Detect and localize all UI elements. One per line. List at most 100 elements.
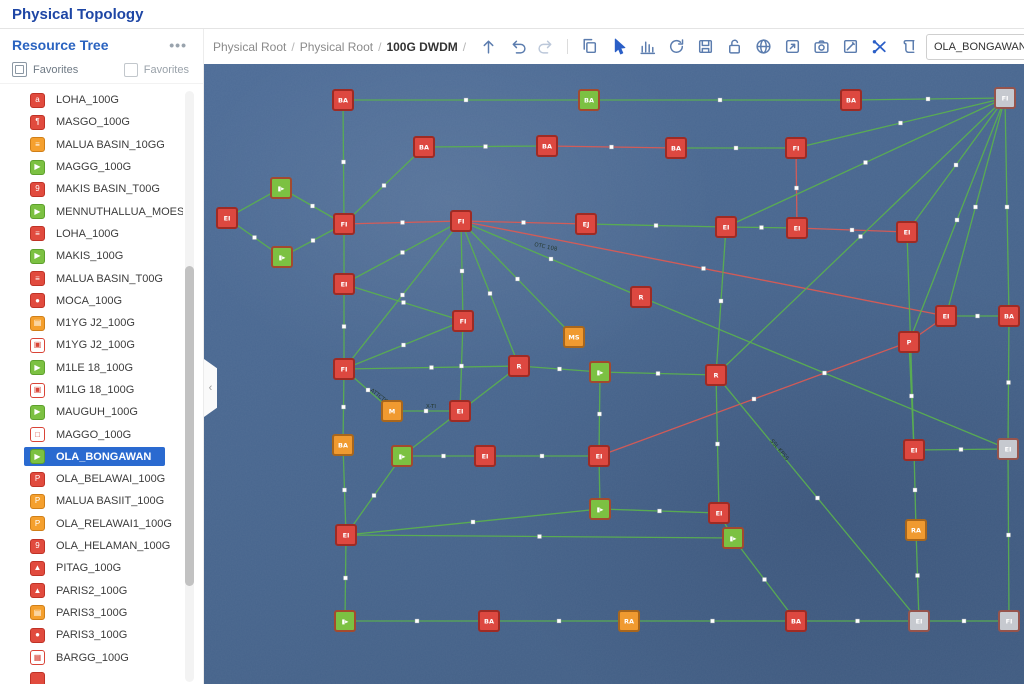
redo-icon[interactable]: [536, 37, 556, 57]
link-handle[interactable]: [653, 223, 659, 228]
topology-node[interactable]: BA: [536, 135, 558, 157]
link-handle[interactable]: [822, 370, 827, 376]
link-handle[interactable]: [759, 225, 764, 230]
topology-node[interactable]: BA: [478, 610, 500, 632]
arrow-up-icon[interactable]: [478, 37, 498, 57]
export-icon[interactable]: [782, 37, 802, 57]
pointer-icon[interactable]: [608, 37, 628, 57]
topology-node[interactable]: EJ: [575, 213, 597, 235]
tree-item[interactable]: ≡ MALUA BASIN_T00G: [0, 267, 183, 289]
link-handle[interactable]: [400, 292, 405, 298]
link-handle[interactable]: [557, 366, 562, 372]
link-handle[interactable]: [953, 162, 959, 168]
link-handle[interactable]: [459, 268, 465, 274]
tree-item[interactable]: ▤ M1YG J2_100G: [0, 312, 183, 334]
tree-item[interactable]: ▶ MAKIS_100G: [0, 245, 183, 267]
tree-item[interactable]: ● MOCA_100G: [0, 290, 183, 312]
breadcrumb-item[interactable]: Physical Root: [300, 40, 373, 54]
link-handle[interactable]: [1006, 532, 1011, 538]
topology-node[interactable]: ▮▸: [391, 445, 413, 467]
tree-item[interactable]: ● PARIS3_100G: [0, 624, 183, 646]
topology-node[interactable]: ▮▸: [271, 246, 293, 268]
topology-canvas[interactable]: OTC 108ATTCTC-BT X-TISSL KPSSBA BABA BA▮▸EI…: [204, 64, 1024, 684]
link-handle[interactable]: [539, 453, 545, 459]
tree-item[interactable]: ▤ PARIS3_100G: [0, 602, 183, 624]
link-handle[interactable]: [487, 291, 493, 296]
topology-node[interactable]: BA: [840, 89, 862, 111]
link-handle[interactable]: [400, 220, 405, 225]
link-handle[interactable]: [958, 447, 964, 452]
topology-node[interactable]: EI: [997, 438, 1019, 460]
link-handle[interactable]: [381, 183, 387, 188]
tree-item[interactable]: ▲ PARIS2_100G: [0, 580, 183, 602]
filter-icon[interactable]: [898, 37, 918, 57]
tree-item[interactable]: ▦ BARGG_100G: [0, 646, 183, 668]
tree-item[interactable]: [0, 669, 183, 684]
topology-node[interactable]: ▮▸: [589, 361, 611, 383]
topology-node[interactable]: EI: [216, 207, 238, 229]
link-handle[interactable]: [310, 238, 316, 243]
link-handle[interactable]: [733, 145, 739, 151]
tree-item[interactable]: ▶ MAUGUH_100G: [0, 401, 183, 423]
topology-node[interactable]: M: [381, 400, 403, 422]
camera-icon[interactable]: [811, 37, 831, 57]
link-handle[interactable]: [429, 365, 434, 370]
topology-node[interactable]: RA: [905, 519, 927, 541]
cut-icon[interactable]: [869, 37, 889, 57]
link-handle[interactable]: [459, 363, 464, 369]
link-handle[interactable]: [521, 220, 526, 225]
topology-node[interactable]: BA: [665, 137, 687, 159]
topology-node[interactable]: FI: [450, 210, 472, 232]
link-handle[interactable]: [537, 534, 542, 539]
link-handle[interactable]: [609, 144, 614, 150]
link-handle[interactable]: [794, 185, 799, 191]
link-handle[interactable]: [556, 618, 562, 624]
tree-item[interactable]: ▶ MENNUTHALLUA_MOES): [0, 200, 183, 222]
tree-item[interactable]: ▶ M1LE 18_100G: [0, 357, 183, 379]
favorites-filter[interactable]: Favorites: [123, 62, 189, 77]
topology-node[interactable]: FI: [998, 610, 1020, 632]
tree-item-selected[interactable]: ▶ OLA_BONGAWAN: [0, 446, 183, 468]
link-handle[interactable]: [597, 411, 602, 417]
topology-node[interactable]: R: [630, 286, 652, 308]
tree-item[interactable]: ▣ M1YG J2_100G: [0, 334, 183, 356]
topology-node[interactable]: EI: [903, 439, 925, 461]
topology-node[interactable]: BA: [332, 89, 354, 111]
panel-collapse-tab[interactable]: ‹: [204, 359, 217, 417]
link-handle[interactable]: [915, 573, 920, 578]
tree-item[interactable]: P OLA_RELAWAI1_100G: [0, 513, 183, 535]
link-handle[interactable]: [751, 396, 757, 402]
topology-node[interactable]: BA: [785, 610, 807, 632]
link-handle[interactable]: [701, 266, 706, 271]
topology-map[interactable]: OTC 108 ATTCTC-BT X-TI SSL KPSS BA BA BA BA ▮▸ EI…: [204, 64, 1024, 684]
link-handle[interactable]: [441, 453, 446, 459]
link-handle[interactable]: [815, 495, 820, 501]
link-handle[interactable]: [341, 404, 346, 410]
link-handle[interactable]: [717, 97, 723, 103]
link-handle[interactable]: [341, 324, 347, 329]
link-handle[interactable]: [863, 160, 868, 165]
link-handle[interactable]: [401, 300, 406, 305]
topology-node[interactable]: EI: [935, 305, 957, 327]
tree-item[interactable]: ▶ MAGGG_100G: [0, 156, 183, 178]
tree-item[interactable]: □ MAGGO_100G: [0, 423, 183, 445]
link-handle[interactable]: [252, 235, 257, 240]
favorites-checkbox[interactable]: [123, 62, 138, 77]
topology-node[interactable]: MS: [563, 326, 585, 348]
tree-item[interactable]: ▲ PITAG_100G: [0, 557, 183, 579]
link-handle[interactable]: [343, 575, 348, 581]
breadcrumb-item[interactable]: Physical Root: [213, 40, 286, 54]
topology-node[interactable]: EI: [908, 610, 930, 632]
topology-node[interactable]: FI: [785, 137, 807, 159]
undo-icon[interactable]: [507, 37, 527, 57]
link-handle[interactable]: [414, 618, 420, 624]
tree-item[interactable]: P MALUA BASIIT_100G: [0, 490, 183, 512]
topology-node[interactable]: R: [508, 355, 530, 377]
link-handle[interactable]: [657, 508, 662, 514]
topology-node[interactable]: EI: [335, 524, 357, 546]
topology-node[interactable]: EI: [708, 502, 730, 524]
topology-node[interactable]: ▮▸: [722, 527, 744, 549]
topology-node[interactable]: ▮▸: [334, 610, 356, 632]
breadcrumb-item[interactable]: 100G DWDM: [386, 40, 457, 54]
topology-node[interactable]: EI: [896, 221, 918, 243]
